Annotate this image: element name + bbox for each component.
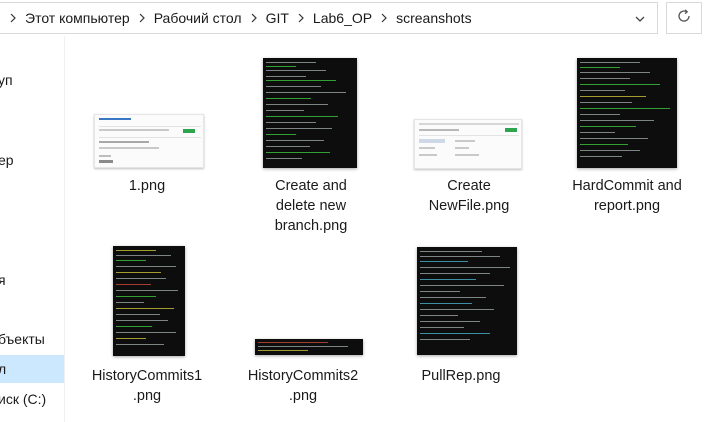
nav-item-label: уп (0, 72, 13, 88)
breadcrumb-desktop[interactable]: Рабочий стол (154, 10, 242, 26)
nav-item-label: бъекты (0, 331, 45, 347)
file-name-line: HardCommit and (572, 178, 682, 194)
breadcrumb-this-pc[interactable]: Этот компьютер (25, 10, 130, 26)
chevron-right-icon[interactable] (296, 13, 306, 23)
file-name-line: delete new (275, 198, 347, 214)
file-item[interactable]: Create NewFile.png (401, 36, 541, 216)
file-item[interactable]: Create and delete new branch.png (241, 36, 381, 246)
file-item[interactable]: 1.png (77, 36, 217, 216)
file-name-line: PullRep.png (421, 368, 501, 384)
nav-item-group-2[interactable]: я (0, 266, 64, 294)
file-thumbnail (577, 58, 677, 168)
file-name: Create NewFile.png (399, 176, 539, 216)
nav-item-computer[interactable]: ер (0, 146, 64, 174)
file-name-line: .png (132, 388, 162, 404)
breadcrumb-git[interactable]: GIT (266, 10, 289, 26)
address-bar[interactable]: Этот компьютер Рабочий стол GIT Lab6_OP … (0, 2, 658, 34)
nav-item-3d-objects[interactable]: бъекты (0, 325, 64, 353)
file-name: HistoryCommits1 .png (77, 366, 217, 406)
file-name: HardCommit and report.png (557, 176, 697, 216)
file-name-line: .png (288, 388, 318, 404)
chevron-right-icon[interactable] (8, 13, 18, 23)
nav-item-local-disk[interactable]: иск (C:) (0, 385, 64, 413)
chevron-down-icon[interactable] (633, 12, 647, 26)
navigation-pane: уп ер я бъекты л иск (C:) (0, 36, 64, 422)
file-name: 1.png (77, 176, 217, 196)
refresh-icon (676, 8, 692, 29)
file-item[interactable]: HistoryCommits2 .png (233, 246, 373, 416)
file-item[interactable]: HardCommit and report.png (549, 36, 689, 216)
file-thumbnail (94, 114, 204, 168)
file-name-line: branch.png (274, 218, 348, 234)
file-item[interactable]: HistoryCommits1 .png (77, 246, 217, 416)
file-thumbnail (263, 58, 357, 168)
nav-item-group[interactable]: уп (0, 66, 64, 94)
file-name-line: Create and (275, 178, 347, 194)
chevron-right-icon[interactable] (137, 13, 147, 23)
breadcrumb-current-folder[interactable]: screanshots (396, 10, 471, 26)
nav-item-label: л (0, 361, 7, 377)
file-name: Create and delete new branch.png (241, 176, 381, 236)
file-thumbnail (414, 119, 522, 169)
file-name-line: NewFile.png (428, 198, 510, 214)
nav-item-label: ер (0, 152, 14, 168)
file-name-line: HistoryCommits1 (91, 368, 203, 384)
toolbar: Этот компьютер Рабочий стол GIT Lab6_OP … (0, 0, 708, 36)
chevron-right-icon[interactable] (379, 13, 389, 23)
file-item[interactable]: PullRep.png (391, 246, 531, 416)
file-name-line: 1.png (128, 178, 166, 194)
refresh-button[interactable] (666, 2, 702, 34)
breadcrumb-lab6[interactable]: Lab6_OP (313, 10, 372, 26)
file-thumbnail (255, 339, 363, 355)
file-name-line: HistoryCommits2 (247, 368, 359, 384)
file-name-line: report.png (593, 198, 661, 214)
file-thumbnail (113, 246, 185, 356)
chevron-right-icon[interactable] (249, 13, 259, 23)
file-name-line: Create (447, 178, 491, 194)
file-name: HistoryCommits2 .png (233, 366, 373, 406)
nav-item-desktop[interactable]: л (0, 355, 64, 383)
file-thumbnail (417, 247, 517, 355)
nav-item-label: иск (C:) (0, 391, 47, 407)
file-name: PullRep.png (391, 366, 531, 386)
file-view: 1.png Create and delete new branch.png C… (65, 36, 708, 422)
nav-item-label: я (0, 272, 6, 288)
